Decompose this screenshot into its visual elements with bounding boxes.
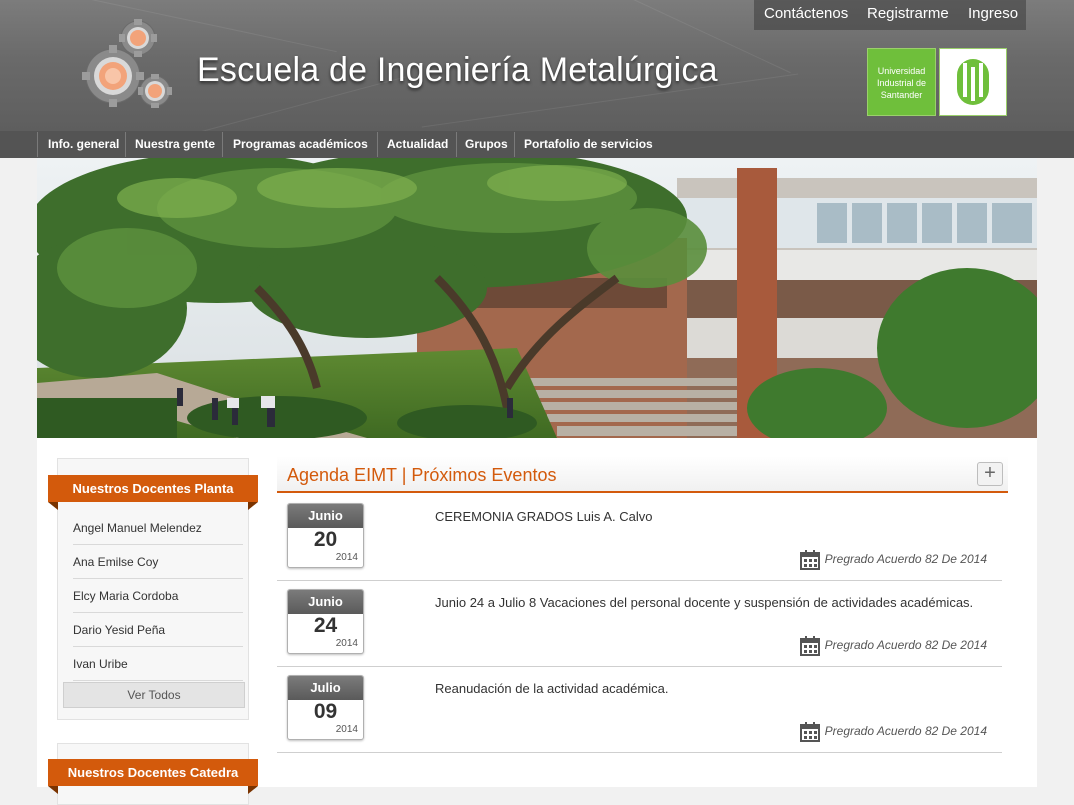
nav-item-programas[interactable]: Programas académicos — [233, 131, 368, 158]
event-date-badge: Junio 20 2014 — [287, 503, 364, 568]
nav-separator — [377, 132, 378, 157]
uis-line-3: Santander — [880, 90, 923, 100]
main-content: Nuestros Docentes Planta Angel Manuel Me… — [37, 158, 1037, 805]
nav-item-nuestra-gente[interactable]: Nuestra gente — [135, 131, 215, 158]
event-category[interactable]: Pregrado Acuerdo 82 De 2014 — [799, 550, 987, 570]
event-category-label[interactable]: Pregrado Acuerdo 82 De 2014 — [825, 552, 987, 566]
event-category-label[interactable]: Pregrado Acuerdo 82 De 2014 — [825, 638, 987, 652]
event-title[interactable]: Reanudación de la actividad académica. — [435, 681, 668, 696]
contact-link[interactable]: Contáctenos — [764, 5, 848, 22]
calendar-icon — [799, 722, 820, 742]
event-year: 2014 — [335, 724, 358, 735]
list-item[interactable]: Ivan Uribe — [73, 647, 243, 681]
event-item[interactable]: Julio 09 2014 Reanudación de la activida… — [277, 667, 1002, 753]
nav-item-actualidad[interactable]: Actualidad — [387, 131, 448, 158]
site-title: Escuela de Ingeniería Metalúrgica — [197, 51, 718, 89]
nav-separator — [37, 132, 38, 157]
uis-line-1: Universidad — [877, 66, 926, 76]
register-link[interactable]: Registrarme — [867, 5, 949, 22]
nav-separator — [125, 132, 126, 157]
docentes-planta-list: Angel Manuel Melendez Ana Emilse Coy Elc… — [73, 511, 243, 681]
event-category[interactable]: Pregrado Acuerdo 82 De 2014 — [799, 636, 987, 656]
event-day: 09 — [313, 700, 338, 723]
event-date-badge: Julio 09 2014 — [287, 675, 364, 740]
nav-item-portafolio[interactable]: Portafolio de servicios — [524, 131, 653, 158]
event-day: 24 — [313, 614, 338, 637]
docente-name[interactable]: Elcy Maria Cordoba — [73, 589, 178, 603]
calendar-icon — [799, 636, 820, 656]
uis-line-2: Industrial de — [876, 78, 927, 88]
event-title[interactable]: CEREMONIA GRADOS Luis A. Calvo — [435, 509, 652, 524]
event-month: Julio — [288, 676, 363, 700]
uis-logo-icon[interactable] — [939, 48, 1007, 116]
agenda-more-button[interactable]: + — [977, 462, 1003, 486]
list-item[interactable]: Ana Emilse Coy — [73, 545, 243, 579]
event-day: 20 — [313, 528, 338, 551]
event-month: Junio — [288, 590, 363, 614]
event-item[interactable]: Junio 24 2014 Junio 24 a Julio 8 Vacacio… — [277, 581, 1002, 667]
event-item[interactable]: Junio 20 2014 CEREMONIA GRADOS Luis A. C… — [277, 495, 1002, 581]
agenda-title: Agenda EIMT | Próximos Eventos — [287, 465, 557, 485]
site-header: Escuela de Ingeniería Metalúrgica Contác… — [0, 0, 1074, 131]
nav-item-info-general[interactable]: Info. general — [48, 131, 119, 158]
event-title[interactable]: Junio 24 a Julio 8 Vacaciones del person… — [435, 595, 973, 610]
list-item[interactable]: Dario Yesid Peña — [73, 613, 243, 647]
gears-logo-icon — [82, 19, 172, 108]
docente-name[interactable]: Angel Manuel Melendez — [73, 521, 202, 535]
event-year: 2014 — [335, 552, 358, 563]
docente-name[interactable]: Ivan Uribe — [73, 657, 128, 671]
campus-photo — [37, 158, 1037, 438]
event-year: 2014 — [335, 638, 358, 649]
nav-separator — [222, 132, 223, 157]
calendar-icon — [799, 550, 820, 570]
uis-name-badge[interactable]: Universidad Industrial de Santander — [867, 48, 936, 116]
agenda-divider — [277, 491, 1008, 493]
docente-name[interactable]: Dario Yesid Peña — [73, 623, 165, 637]
ver-todos-button[interactable]: Ver Todos — [63, 682, 245, 708]
event-date-badge: Junio 24 2014 — [287, 589, 364, 654]
main-nav: Info. general Nuestra gente Programas ac… — [0, 131, 1074, 158]
list-item[interactable]: Angel Manuel Melendez — [73, 511, 243, 545]
nav-separator — [456, 132, 457, 157]
docentes-planta-title: Nuestros Docentes Planta — [48, 475, 258, 510]
list-item[interactable]: Elcy Maria Cordoba — [73, 579, 243, 613]
top-links: Contáctenos Registrarme Ingreso — [754, 0, 1026, 30]
docentes-catedra-title: Nuestros Docentes Catedra — [48, 759, 258, 794]
nav-item-grupos[interactable]: Grupos — [465, 131, 508, 158]
docente-name[interactable]: Ana Emilse Coy — [73, 555, 158, 569]
event-category[interactable]: Pregrado Acuerdo 82 De 2014 — [799, 722, 987, 742]
login-link[interactable]: Ingreso — [968, 5, 1018, 22]
event-month: Junio — [288, 504, 363, 528]
nav-separator — [514, 132, 515, 157]
event-category-label[interactable]: Pregrado Acuerdo 82 De 2014 — [825, 724, 987, 738]
